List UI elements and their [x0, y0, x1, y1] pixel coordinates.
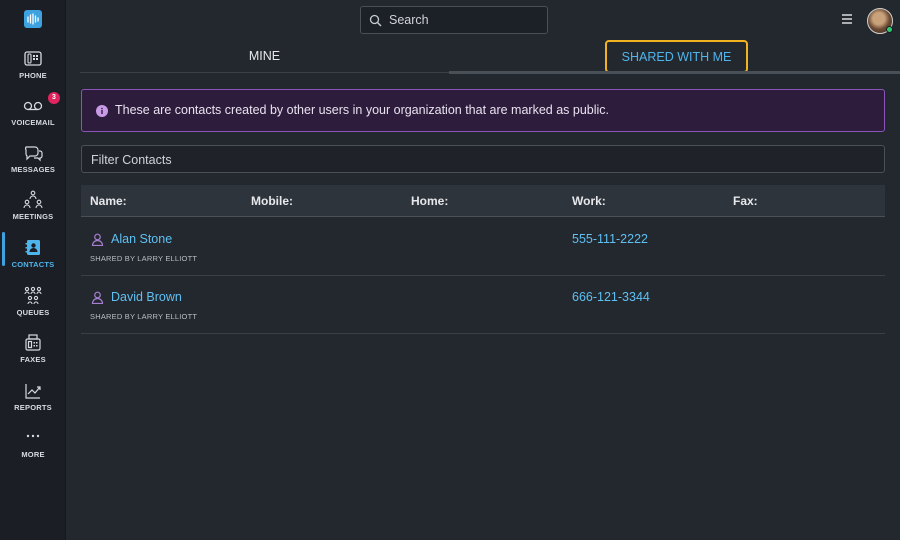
- info-banner: These are contacts created by other user…: [81, 89, 885, 132]
- sidebar-item-label: QUEUES: [16, 308, 50, 317]
- shared-by-label: SHARED BY LARRY ELLIOTT: [90, 254, 198, 263]
- contacts-tabs: MINE SHARED WITH ME: [80, 40, 900, 74]
- sidebar-item-label: CONTACTS: [11, 260, 55, 269]
- active-tab-indicator: [449, 71, 900, 74]
- sidebar-item-more[interactable]: MORE: [0, 428, 66, 472]
- sidebar-item-meetings[interactable]: MEETINGS: [0, 190, 66, 234]
- online-status-indicator: [886, 26, 893, 33]
- search-input[interactable]: [389, 11, 539, 29]
- meetings-icon: [23, 190, 43, 209]
- sidebar-item-queues[interactable]: QUEUES: [0, 286, 66, 330]
- info-icon: [96, 105, 108, 117]
- logo-icon: [27, 13, 39, 25]
- person-icon: [91, 291, 104, 304]
- sidebar-item-faxes[interactable]: FAXES: [0, 333, 66, 377]
- messages-icon: [25, 146, 43, 162]
- sidebar-item-label: MORE: [21, 450, 45, 459]
- tab-mine[interactable]: MINE: [80, 40, 449, 73]
- sidebar-item-reports[interactable]: REPORTS: [0, 381, 66, 425]
- sidebar-item-messages[interactable]: MESSAGES: [0, 143, 66, 187]
- work-phone-link[interactable]: 555-111-2222: [572, 232, 648, 246]
- banner-text: These are contacts created by other user…: [115, 103, 610, 117]
- work-phone-link[interactable]: 666-121-3344: [572, 290, 650, 304]
- voicemail-badge: 3: [48, 92, 60, 104]
- column-header-home[interactable]: Home:: [411, 194, 448, 208]
- voicemail-icon: [23, 101, 43, 111]
- table-row[interactable]: David Brown SHARED BY LARRY ELLIOTT 666-…: [81, 276, 885, 334]
- filter-contacts-input[interactable]: [91, 151, 871, 169]
- column-header-fax[interactable]: Fax:: [733, 194, 758, 208]
- sidebar: PHONE 3 VOICEMAIL MESSAGES MEETINGS CONT…: [0, 0, 66, 540]
- table-row[interactable]: Alan Stone SHARED BY LARRY ELLIOTT 555-1…: [81, 218, 885, 276]
- sidebar-item-contacts[interactable]: CONTACTS: [0, 232, 66, 282]
- sidebar-item-label: FAXES: [20, 355, 46, 364]
- tab-shared-with-me[interactable]: SHARED WITH ME: [605, 40, 748, 73]
- shared-by-label: SHARED BY LARRY ELLIOTT: [90, 312, 198, 321]
- phone-icon: [24, 51, 42, 66]
- search-icon: [369, 14, 382, 27]
- sidebar-item-label: PHONE: [19, 71, 47, 80]
- sidebar-item-voicemail[interactable]: 3 VOICEMAIL: [0, 92, 66, 140]
- sidebar-item-label: REPORTS: [14, 403, 52, 412]
- column-header-mobile[interactable]: Mobile:: [251, 194, 293, 208]
- sidebar-item-label: MESSAGES: [10, 165, 56, 174]
- person-icon: [91, 233, 104, 246]
- more-icon: [26, 434, 40, 438]
- hamburger-menu-icon[interactable]: [841, 13, 853, 25]
- search-box[interactable]: [360, 6, 548, 34]
- reports-icon: [25, 384, 41, 399]
- filter-box[interactable]: [81, 145, 885, 173]
- sidebar-item-phone[interactable]: PHONE: [0, 49, 66, 93]
- app-logo[interactable]: [24, 10, 42, 28]
- queues-icon: [24, 286, 42, 305]
- fax-icon: [25, 334, 41, 351]
- column-header-work[interactable]: Work:: [572, 194, 606, 208]
- sidebar-item-label: MEETINGS: [12, 212, 54, 221]
- contact-name-link[interactable]: David Brown: [111, 290, 182, 304]
- contacts-table-header: Name: Mobile: Home: Work: Fax:: [81, 185, 885, 217]
- column-header-name[interactable]: Name:: [90, 194, 127, 208]
- contacts-icon: [25, 240, 40, 255]
- sidebar-item-label: VOICEMAIL: [11, 118, 55, 127]
- contact-name-link[interactable]: Alan Stone: [111, 232, 172, 246]
